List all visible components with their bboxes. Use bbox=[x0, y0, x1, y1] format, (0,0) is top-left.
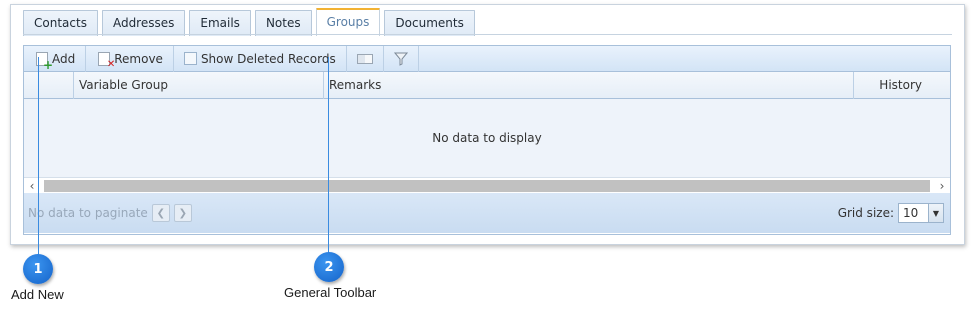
column-header-remarks[interactable]: Remarks bbox=[324, 72, 854, 99]
column-header-history[interactable]: History bbox=[854, 72, 950, 99]
add-button-label: Add bbox=[52, 51, 76, 66]
add-button[interactable]: Add bbox=[24, 45, 87, 72]
grid-toolbar: Add Remove Show Deleted Records bbox=[24, 45, 950, 72]
grid-header: Variable Group Remarks History bbox=[24, 72, 950, 99]
show-deleted-checkbox[interactable] bbox=[183, 52, 197, 65]
show-deleted-label: Show Deleted Records bbox=[200, 51, 336, 66]
grid-pager: No data to paginate ❮ ❯ Grid size: 10 ▼ bbox=[24, 193, 950, 233]
grid-size-select[interactable]: 10 ▼ bbox=[898, 203, 944, 223]
chevron-left-icon: ❮ bbox=[156, 207, 165, 219]
grid-size-value: 10 bbox=[903, 206, 919, 220]
columns-icon bbox=[356, 53, 373, 64]
filter-button[interactable] bbox=[384, 45, 419, 72]
callout-2-label: General Toolbar bbox=[284, 285, 377, 300]
next-page-button[interactable]: ❯ bbox=[173, 204, 192, 222]
chevron-down-icon[interactable]: ▼ bbox=[928, 204, 943, 222]
remove-button-label: Remove bbox=[114, 51, 163, 66]
filter-icon bbox=[393, 52, 408, 66]
empty-message: No data to display bbox=[432, 131, 542, 145]
remove-icon bbox=[98, 51, 115, 70]
groups-panel: Contacts Addresses Emails Notes Groups D… bbox=[10, 4, 965, 245]
row-selector-header bbox=[24, 72, 74, 99]
grid-body: No data to display bbox=[24, 99, 950, 177]
tab-groups[interactable]: Groups bbox=[315, 8, 381, 36]
groups-grid: Add Remove Show Deleted Records Variable bbox=[23, 45, 951, 235]
chevron-right-icon: › bbox=[939, 178, 945, 193]
callout-1-line bbox=[38, 57, 39, 257]
column-header-variable-group[interactable]: Variable Group bbox=[74, 72, 324, 99]
tab-divider bbox=[23, 34, 952, 35]
prev-page-button[interactable]: ❮ bbox=[151, 204, 170, 222]
tab-strip: Contacts Addresses Emails Notes Groups D… bbox=[23, 7, 479, 36]
tab-emails[interactable]: Emails bbox=[189, 10, 251, 36]
callout-2-line bbox=[328, 57, 329, 257]
pager-status: No data to paginate bbox=[28, 206, 148, 220]
grid-size-label: Grid size: bbox=[837, 206, 894, 220]
callout-1-badge: 1 bbox=[23, 254, 53, 284]
callout-1-label: Add New bbox=[11, 287, 64, 302]
remove-button[interactable]: Remove bbox=[86, 45, 174, 72]
chevron-right-icon: ❯ bbox=[178, 207, 187, 219]
grid-size-control: Grid size: 10 ▼ bbox=[838, 203, 944, 223]
column-chooser-button[interactable] bbox=[347, 45, 384, 72]
tab-documents[interactable]: Documents bbox=[384, 10, 475, 36]
show-deleted-toggle[interactable]: Show Deleted Records bbox=[174, 45, 347, 72]
tab-addresses[interactable]: Addresses bbox=[101, 10, 186, 36]
tab-contacts[interactable]: Contacts bbox=[23, 10, 98, 36]
callout-2-badge: 2 bbox=[314, 252, 344, 282]
chevron-left-icon: ‹ bbox=[29, 178, 35, 193]
scrollbar-thumb[interactable] bbox=[44, 179, 930, 192]
horizontal-scrollbar[interactable]: ‹ › bbox=[24, 177, 950, 193]
tab-notes[interactable]: Notes bbox=[254, 10, 312, 36]
scroll-right-button[interactable]: › bbox=[934, 178, 950, 194]
